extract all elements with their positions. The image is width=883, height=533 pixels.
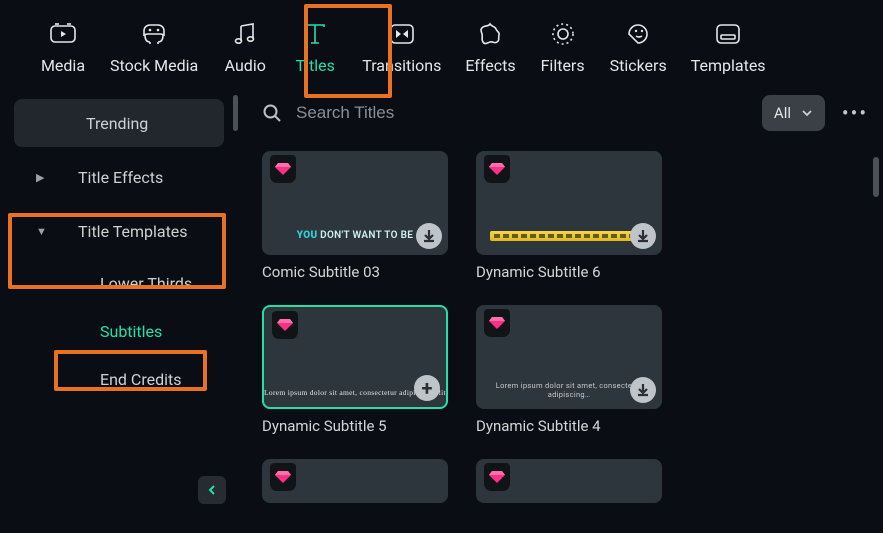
nav-label: Audio	[225, 56, 266, 75]
card-title: Dynamic Subtitle 5	[262, 417, 448, 435]
title-card[interactable]	[476, 459, 662, 503]
filters-icon	[549, 20, 577, 48]
filter-label: All	[774, 104, 791, 122]
content-panel: All ••• YOU DON'T WANT TO BE	[238, 87, 883, 524]
premium-badge	[272, 311, 298, 339]
card-thumbnail	[262, 459, 448, 503]
nav-label: Stickers	[610, 56, 667, 75]
diamond-icon	[489, 316, 505, 330]
sidebar-item-title-effects[interactable]: ▶ Title Effects	[14, 153, 224, 201]
card-thumbnail	[476, 151, 662, 255]
premium-badge	[484, 463, 510, 491]
effects-icon	[476, 20, 504, 48]
collapse-sidebar-button[interactable]	[198, 476, 226, 504]
more-button[interactable]: •••	[837, 95, 873, 131]
sidebar-item-lower-thirds[interactable]: Lower Thirds	[14, 261, 224, 305]
nav-label: Templates	[691, 56, 766, 75]
sidebar-item-label: Trending	[86, 114, 148, 133]
sidebar-item-end-credits[interactable]: End Credits	[14, 357, 224, 401]
nav-label: Transitions	[362, 56, 441, 75]
chevron-down-icon: ▼	[36, 225, 50, 238]
nav-label: Filters	[541, 56, 585, 75]
card-title: Dynamic Subtitle 4	[476, 417, 662, 435]
templates-icon	[714, 20, 742, 48]
transitions-icon	[388, 20, 416, 48]
add-button[interactable]: +	[414, 375, 440, 401]
download-icon	[636, 229, 650, 243]
diamond-icon	[275, 470, 291, 484]
chevron-right-icon: ▶	[36, 171, 50, 184]
card-thumbnail: Lorem ipsum dolor sit amet, consectetur …	[262, 305, 448, 409]
search-input[interactable]	[296, 103, 750, 123]
nav-filters[interactable]: Filters	[528, 16, 598, 79]
card-thumbnail	[476, 459, 662, 503]
diamond-icon	[275, 162, 291, 176]
title-card[interactable]: YOU DON'T WANT TO BE Comic Subtitle 03	[262, 151, 448, 281]
card-title: Comic Subtitle 03	[262, 263, 448, 281]
card-thumbnail: Lorem ipsum dolor sit amet, consectetur …	[476, 305, 662, 409]
nav-templates[interactable]: Templates	[679, 16, 778, 79]
sidebar-item-label: Lower Thirds	[100, 274, 192, 293]
nav-label: Effects	[465, 56, 515, 75]
dots-icon: •••	[842, 101, 868, 125]
sidebar-item-title-templates[interactable]: ▼ Title Templates	[14, 207, 224, 255]
download-icon	[636, 383, 650, 397]
nav-label: Stock Media	[110, 56, 198, 75]
media-icon	[49, 20, 77, 48]
nav-effects[interactable]: Effects	[453, 16, 527, 79]
premium-badge	[484, 309, 510, 337]
titles-icon	[301, 20, 329, 48]
title-card[interactable]: Lorem ipsum dolor sit amet, consectetur …	[262, 305, 448, 435]
premium-badge	[484, 155, 510, 183]
download-button[interactable]	[630, 223, 656, 249]
title-card[interactable]: Dynamic Subtitle 6	[476, 151, 662, 281]
chevron-down-icon	[801, 108, 813, 118]
content-scrollbar[interactable]	[873, 157, 879, 197]
download-button[interactable]	[630, 377, 656, 403]
nav-audio[interactable]: Audio	[210, 16, 280, 79]
download-icon	[422, 229, 436, 243]
sidebar-item-subtitles[interactable]: Subtitles	[14, 309, 224, 353]
audio-icon	[231, 20, 259, 48]
sidebar-item-label: Title Effects	[78, 168, 163, 187]
nav-media[interactable]: Media	[28, 16, 98, 79]
nav-label: Media	[41, 56, 85, 75]
diamond-icon	[277, 318, 293, 332]
card-title: Dynamic Subtitle 6	[476, 263, 662, 281]
card-thumbnail: YOU DON'T WANT TO BE	[262, 151, 448, 255]
sidebar-item-trending[interactable]: Trending	[14, 99, 224, 147]
sidebar-item-label: End Credits	[100, 370, 182, 389]
diamond-icon	[489, 162, 505, 176]
sidebar: Trending ▶ Title Effects ▼ Title Templat…	[0, 87, 238, 524]
chevron-left-icon	[206, 484, 218, 496]
preview-bar	[490, 231, 648, 241]
stickers-icon	[624, 20, 652, 48]
sidebar-item-label: Subtitles	[100, 322, 162, 341]
stock-media-icon	[140, 20, 168, 48]
filter-dropdown[interactable]: All	[762, 95, 825, 131]
title-card[interactable]	[262, 459, 448, 503]
plus-icon: +	[422, 376, 433, 400]
diamond-icon	[489, 470, 505, 484]
sidebar-item-label: Title Templates	[78, 222, 188, 241]
nav-titles[interactable]: Titles	[280, 16, 350, 79]
nav-transitions[interactable]: Transitions	[350, 16, 453, 79]
search-wrap	[262, 103, 750, 123]
nav-label: Titles	[296, 56, 335, 75]
search-icon	[262, 103, 282, 123]
premium-badge	[270, 155, 296, 183]
premium-badge	[270, 463, 296, 491]
nav-stock-media[interactable]: Stock Media	[98, 16, 210, 79]
download-button[interactable]	[416, 223, 442, 249]
title-card[interactable]: Lorem ipsum dolor sit amet, consectetur …	[476, 305, 662, 435]
nav-stickers[interactable]: Stickers	[598, 16, 679, 79]
top-nav: Media Stock Media Audio Titles Transitio…	[0, 0, 883, 87]
